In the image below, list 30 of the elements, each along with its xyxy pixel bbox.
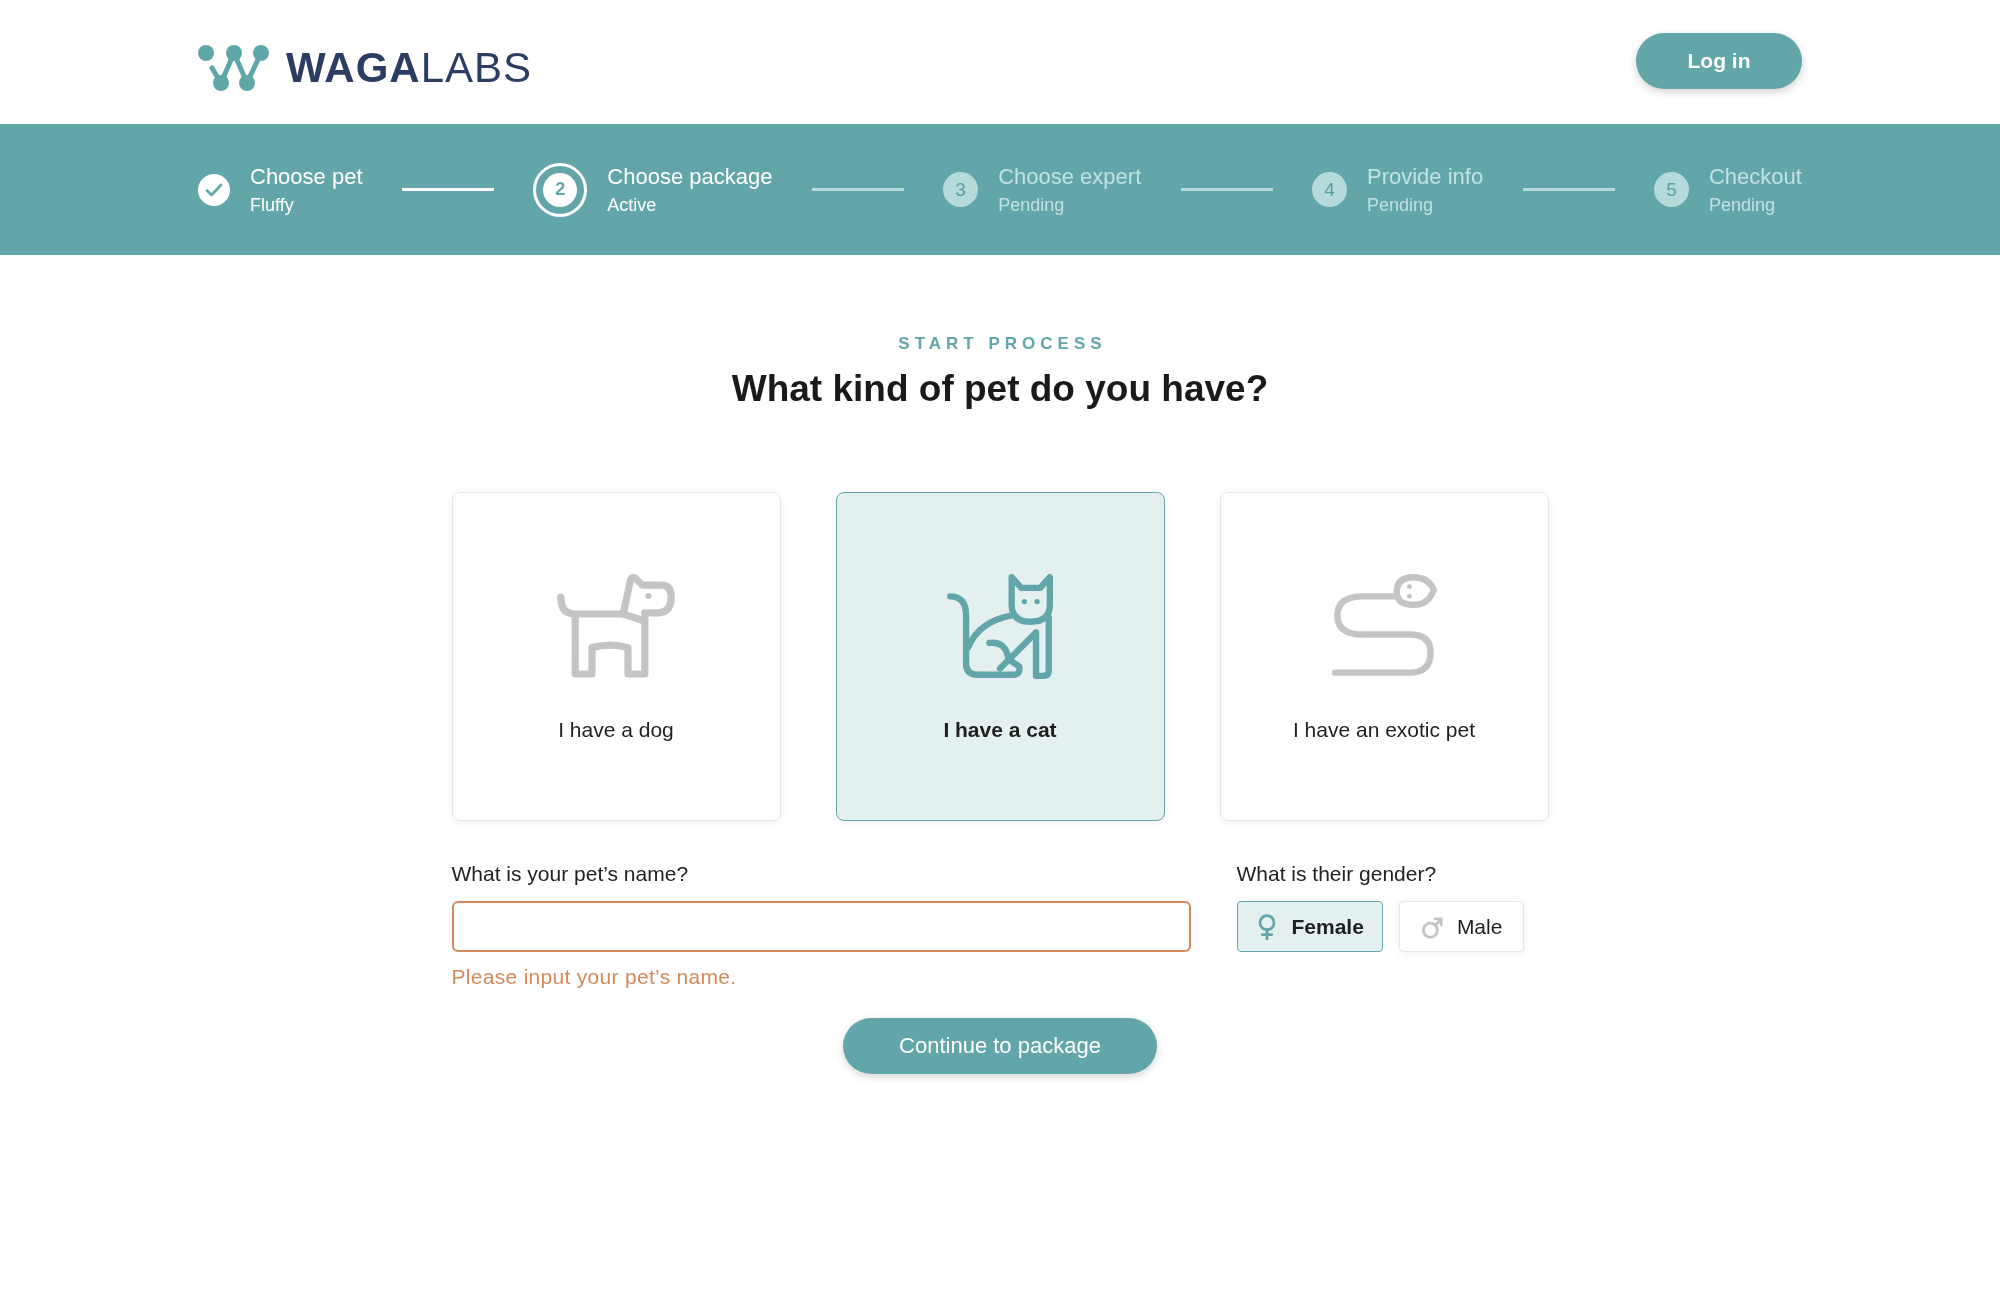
step-title: Choose expert xyxy=(998,163,1142,190)
step-title: Provide info xyxy=(1367,163,1484,190)
section-eyebrow: START PROCESS xyxy=(897,333,1107,355)
step-status: Active xyxy=(607,194,658,216)
step-status: Fluffy xyxy=(250,194,295,216)
error-message: Please input your pet’s name. xyxy=(451,964,738,990)
step-number: 3 xyxy=(943,172,979,207)
logo-text: WAGALABS xyxy=(286,44,533,92)
step-number: 5 xyxy=(1653,172,1689,207)
step-number: 4 xyxy=(1312,172,1347,207)
field-label: What is your pet’s name? xyxy=(451,861,690,887)
pet-option-card[interactable]: I have a dog xyxy=(451,492,781,821)
step-title: Choose pet xyxy=(250,163,363,190)
dog-icon xyxy=(556,573,676,679)
step-status: Pending xyxy=(998,194,1066,216)
field-label: What is their gender? xyxy=(1236,861,1438,887)
step-title: Choose package xyxy=(607,163,773,190)
pet-option-card[interactable]: I have an exotic pet xyxy=(1219,492,1549,821)
snake-icon xyxy=(1331,573,1437,679)
gender-option[interactable]: Male xyxy=(1398,901,1525,952)
step-number: 2 xyxy=(533,162,588,217)
pet-name-input[interactable] xyxy=(451,901,1191,952)
logo-icon xyxy=(198,45,269,91)
pet-option-card[interactable]: I have a cat xyxy=(835,492,1165,821)
gender-option[interactable]: Female xyxy=(1236,901,1383,952)
step-status: Pending xyxy=(1708,194,1776,216)
cat-icon xyxy=(947,573,1053,679)
step-status: Pending xyxy=(1367,194,1435,216)
page-heading: What kind of pet do you have? xyxy=(731,367,1269,411)
step-title: Checkout xyxy=(1708,163,1802,190)
